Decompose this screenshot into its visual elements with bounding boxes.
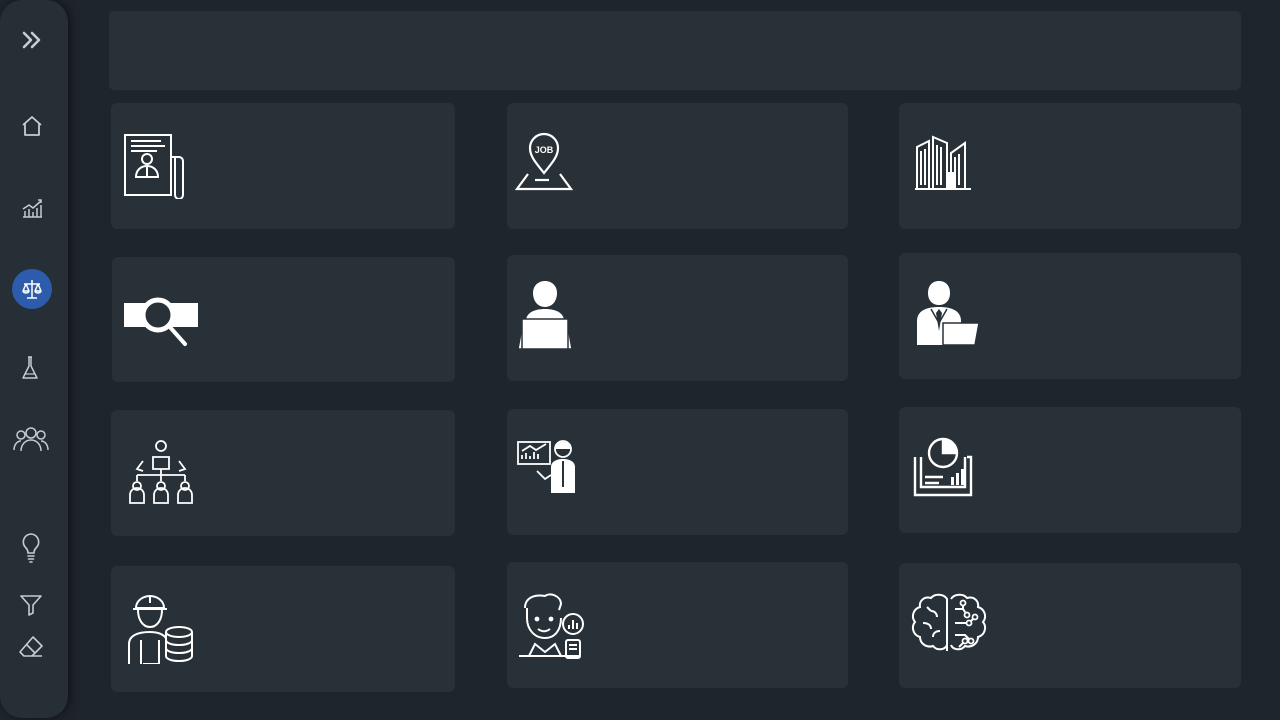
- nav-lab[interactable]: [14, 352, 46, 384]
- search-bar[interactable]: [109, 11, 1241, 90]
- businessman-laptop-icon: [917, 281, 980, 346]
- job-location-pin-icon: JOB: [515, 132, 574, 191]
- card-report[interactable]: [899, 407, 1241, 533]
- office-buildings-icon: [915, 135, 971, 190]
- nav-home[interactable]: [16, 110, 48, 142]
- bar-chart-trend-icon: [22, 199, 42, 218]
- magnifier-search-icon: [124, 297, 198, 346]
- group-icon: [13, 427, 49, 452]
- card-company[interactable]: [899, 103, 1241, 229]
- organization-chart-icon: [129, 440, 193, 504]
- sidebar: [0, 0, 68, 718]
- expand-sidebar-button[interactable]: [16, 25, 48, 55]
- person-laptop-icon: [517, 281, 573, 350]
- double-chevron-right-icon: [22, 31, 41, 49]
- svg-text:JOB: JOB: [535, 145, 554, 155]
- card-org-structure[interactable]: [111, 410, 455, 536]
- card-presentation[interactable]: [507, 409, 848, 535]
- card-candidate[interactable]: [507, 255, 848, 381]
- resume-document-icon: [124, 134, 184, 199]
- card-analyst[interactable]: [507, 562, 848, 688]
- card-professional[interactable]: [899, 253, 1241, 379]
- card-resume[interactable]: [111, 103, 455, 229]
- filter-button[interactable]: [15, 590, 47, 620]
- lightbulb-icon: [22, 533, 40, 563]
- nav-legal[interactable]: [12, 269, 52, 309]
- eraser-icon: [19, 636, 43, 657]
- card-search[interactable]: [112, 257, 455, 382]
- card-data-engineer[interactable]: [111, 566, 455, 692]
- analyst-person-icon: [519, 593, 584, 659]
- nav-people[interactable]: [11, 421, 51, 457]
- scales-icon: [22, 280, 42, 299]
- card-job-location[interactable]: JOB: [507, 103, 848, 229]
- report-pie-chart-icon: [913, 437, 973, 497]
- nav-analytics[interactable]: [16, 192, 48, 224]
- nav-ideas[interactable]: [15, 530, 47, 566]
- card-ai-brain[interactable]: [899, 563, 1241, 688]
- engineer-database-icon: [128, 595, 193, 664]
- ai-brain-circuit-icon: [911, 593, 987, 651]
- flask-icon: [22, 356, 38, 379]
- clear-filters-button[interactable]: [15, 632, 47, 662]
- filter-icon: [20, 595, 42, 616]
- presenter-chart-icon: [517, 440, 575, 493]
- home-icon: [22, 116, 42, 136]
